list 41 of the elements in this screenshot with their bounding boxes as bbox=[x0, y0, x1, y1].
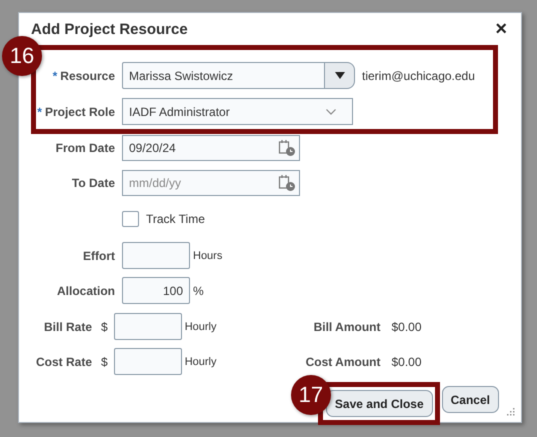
field-label: Cost Rate bbox=[34, 354, 92, 368]
rate-field[interactable] bbox=[114, 313, 182, 340]
resource-field[interactable]: Marissa Swistowicz bbox=[122, 62, 325, 89]
unit-label: % bbox=[193, 284, 204, 298]
checkbox-label: Track Time bbox=[146, 212, 205, 226]
step-badge: 17 bbox=[290, 375, 331, 415]
field-label: * Project Role bbox=[36, 104, 115, 118]
currency-sign: $ bbox=[101, 320, 108, 334]
close-button[interactable]: × bbox=[495, 19, 507, 39]
caret-icon bbox=[334, 72, 344, 79]
unit-label: Hourly bbox=[184, 356, 216, 368]
unit-label: Hours bbox=[193, 250, 222, 262]
email-text: tierim@uchicago.edu bbox=[362, 68, 475, 82]
amount-value: $0.00 bbox=[391, 320, 422, 334]
rate-field[interactable] bbox=[114, 348, 182, 375]
field-label: Bill Rate bbox=[42, 320, 92, 334]
currency-sign: $ bbox=[101, 354, 108, 368]
dropdown-button[interactable] bbox=[325, 62, 355, 89]
field-label: * Resource bbox=[52, 68, 115, 82]
unit-label: Hourly bbox=[184, 320, 216, 332]
chevron-icon bbox=[326, 108, 336, 114]
dialog-title: Add Project Resource bbox=[31, 20, 188, 38]
amount-label: Bill Amount bbox=[312, 320, 380, 334]
field-label: To Date bbox=[70, 176, 115, 190]
checkbox[interactable] bbox=[122, 211, 139, 227]
step-badge: 16 bbox=[2, 36, 42, 76]
save-button[interactable]: Save and Close bbox=[326, 390, 433, 417]
calendar-icon[interactable] bbox=[278, 139, 296, 157]
amount-value: $0.00 bbox=[391, 354, 422, 368]
field-label: Effort bbox=[82, 248, 115, 262]
field-label: From Date bbox=[54, 141, 115, 155]
role-select[interactable]: IADF Administrator bbox=[122, 98, 353, 125]
effort-field[interactable] bbox=[122, 242, 190, 269]
resize-grip-icon[interactable] bbox=[506, 407, 515, 416]
allocation-field[interactable]: 100 bbox=[122, 277, 190, 304]
calendar-icon[interactable] bbox=[278, 174, 296, 192]
cancel-button[interactable]: Cancel bbox=[442, 386, 499, 413]
field-label: Allocation bbox=[56, 284, 115, 298]
date-field[interactable]: 09/20/24 bbox=[122, 135, 300, 161]
amount-label: Cost Amount bbox=[304, 354, 380, 368]
date-field[interactable]: mm/dd/yy bbox=[122, 170, 300, 196]
